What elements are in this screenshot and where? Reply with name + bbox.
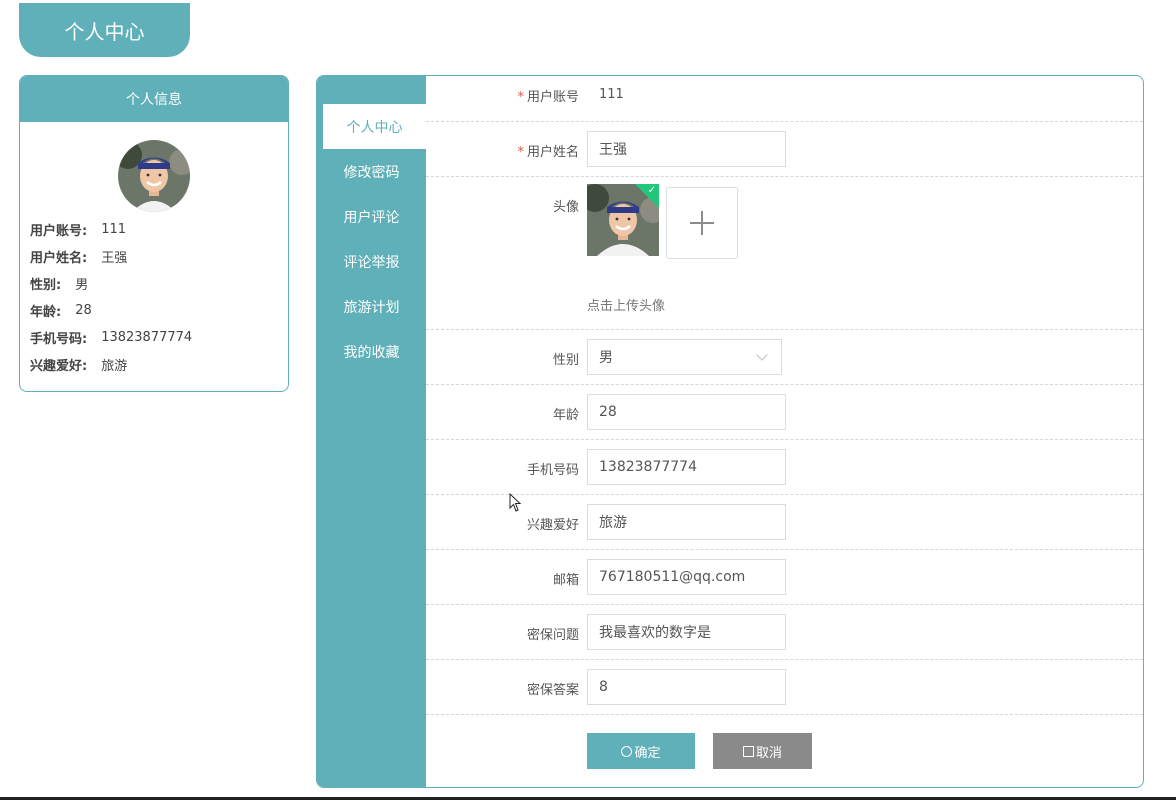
hobby-label: 兴趣爱好 [526, 518, 579, 533]
nav-item-label: 修改密码 [343, 164, 400, 181]
mouse-cursor-icon [509, 493, 522, 512]
upload-hint: 点击上传头像 [587, 299, 666, 314]
phone-input[interactable]: 13823877774 [587, 449, 786, 485]
security-question-input[interactable]: 我最喜欢的数字是 [587, 614, 786, 650]
info-key: 用户账号: [30, 224, 88, 239]
hobby-input[interactable]: 旅游 [587, 504, 786, 540]
side-nav: 个人中心 修改密码 用户评论 评论举报 旅游计划 我的收藏 [317, 76, 426, 787]
email-input[interactable]: 767180511@qq.com [587, 559, 786, 595]
info-row-age: 年龄: 28 [30, 297, 288, 324]
input-value: 28 [599, 404, 617, 420]
cancel-button-label: 取消 [755, 745, 782, 761]
info-value: 旅游 [101, 359, 128, 374]
uploaded-avatar-thumbnail[interactable]: ✓ [587, 184, 659, 256]
nav-item-personal-center[interactable]: 个人中心 [323, 104, 426, 149]
page-root: 个人中心 个人信息 用户账号: 111 用户姓名: 王强 性别: 男 年龄: 2… [0, 0, 1176, 800]
profile-card: 个人信息 用户账号: 111 用户姓名: 王强 性别: 男 年龄: 28 手机号… [19, 75, 289, 392]
info-row-gender: 性别: 男 [30, 270, 288, 297]
confirm-button-label: 确定 [634, 745, 661, 761]
close-box-icon [742, 745, 754, 757]
form-row-email: 邮箱 767180511@qq.com [426, 550, 1143, 605]
info-value: 28 [75, 303, 92, 318]
chevron-down-icon [756, 348, 768, 361]
info-key: 年龄: [30, 305, 62, 320]
profile-edit-panel: 个人中心 修改密码 用户评论 评论举报 旅游计划 我的收藏 *用户账号 111 [316, 75, 1144, 788]
cancel-button[interactable]: 取消 [713, 733, 812, 769]
check-icon: ✓ [647, 185, 656, 196]
avatar-image [118, 140, 190, 212]
form-row-security-question: 密保问题 我最喜欢的数字是 [426, 605, 1143, 660]
form-row-account: * 用户账号 111 [426, 76, 1143, 122]
input-value: 旅游 [599, 515, 627, 531]
nav-item-user-comments[interactable]: 用户评论 [317, 194, 426, 239]
input-value: 767180511@qq.com [599, 569, 746, 585]
info-value: 男 [75, 278, 89, 293]
select-value: 男 [599, 350, 613, 366]
form-row-phone: 手机号码 13823877774 [426, 440, 1143, 495]
info-row-account: 用户账号: 111 [30, 216, 288, 243]
info-value: 王强 [101, 251, 128, 266]
name-input[interactable]: 王强 [587, 131, 786, 167]
account-value: 111 [599, 87, 624, 102]
page-title: 个人中心 [64, 19, 145, 44]
info-row-hobby: 兴趣爱好: 旅游 [30, 351, 288, 378]
security-question-label: 密保问题 [526, 628, 579, 643]
phone-label: 手机号码 [526, 463, 579, 478]
info-key: 用户姓名: [30, 251, 88, 266]
avatar [118, 140, 190, 212]
label-text: 用户姓名 [526, 145, 579, 160]
profile-card-header: 个人信息 [20, 76, 288, 122]
nav-item-label: 评论举报 [343, 254, 400, 271]
required-mark: * [517, 90, 524, 105]
form-row-avatar: 头像 ✓ 点击上传头像 [426, 177, 1143, 330]
nav-item-label: 用户评论 [343, 209, 400, 226]
input-value: 王强 [599, 142, 627, 158]
security-answer-input[interactable]: 8 [587, 669, 786, 705]
name-label: * 用户姓名 [517, 141, 579, 160]
info-row-name: 用户姓名: 王强 [30, 243, 288, 270]
profile-info-list: 用户账号: 111 用户姓名: 王强 性别: 男 年龄: 28 手机号码: 13… [20, 216, 288, 378]
confirm-button[interactable]: 确定 [587, 733, 695, 769]
nav-item-comment-reports[interactable]: 评论举报 [317, 239, 426, 284]
profile-card-title: 个人信息 [126, 92, 182, 108]
info-row-phone: 手机号码: 13823877774 [30, 324, 288, 351]
upload-avatar-button[interactable] [666, 187, 738, 259]
form-row-hobby: 兴趣爱好 旅游 [426, 495, 1143, 550]
required-mark: * [517, 145, 524, 160]
nav-item-favorites[interactable]: 我的收藏 [317, 329, 426, 374]
nav-item-label: 旅游计划 [343, 299, 400, 316]
account-label: * 用户账号 [517, 86, 579, 105]
age-input[interactable]: 28 [587, 394, 786, 430]
info-key: 手机号码: [30, 332, 88, 347]
avatar-label: 头像 [552, 200, 579, 215]
input-value: 8 [599, 679, 608, 695]
profile-avatar-wrap [20, 140, 288, 212]
gender-select[interactable]: 男 [587, 339, 782, 375]
label-text: 用户账号 [526, 90, 579, 105]
nav-item-label: 我的收藏 [343, 344, 400, 361]
page-title-tab: 个人中心 [19, 3, 190, 57]
info-value: 13823877774 [101, 330, 193, 345]
input-value: 13823877774 [599, 459, 697, 475]
check-circle-icon [621, 745, 633, 757]
gender-label: 性别 [552, 353, 579, 368]
security-answer-label: 密保答案 [526, 683, 579, 698]
age-label: 年龄 [552, 408, 579, 423]
email-label: 邮箱 [552, 573, 579, 588]
info-key: 兴趣爱好: [30, 359, 88, 374]
form-row-age: 年龄 28 [426, 385, 1143, 440]
nav-item-travel-plans[interactable]: 旅游计划 [317, 284, 426, 329]
form-row-security-answer: 密保答案 8 [426, 660, 1143, 715]
form-row-gender: 性别 男 [426, 330, 1143, 385]
nav-item-change-password[interactable]: 修改密码 [317, 149, 426, 194]
form-row-name: * 用户姓名 王强 [426, 122, 1143, 177]
info-value: 111 [101, 222, 127, 237]
nav-item-label: 个人中心 [346, 119, 403, 136]
info-key: 性别: [30, 278, 62, 293]
input-value: 我最喜欢的数字是 [599, 625, 711, 641]
